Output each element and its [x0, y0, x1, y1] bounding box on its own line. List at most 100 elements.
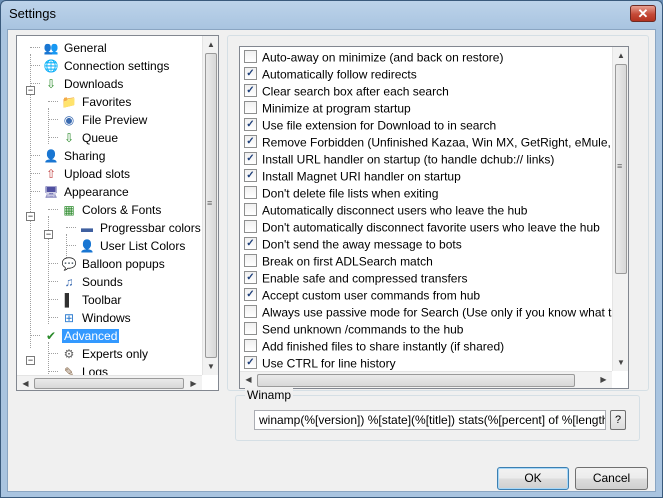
- tree-item-general[interactable]: 👥 General: [43, 38, 109, 56]
- scroll-left-icon[interactable]: ◀: [17, 376, 34, 390]
- tree-item-label: Connection settings: [64, 58, 170, 73]
- checkbox-unchecked[interactable]: [244, 203, 257, 217]
- options-vertical-scrollbar[interactable]: ▲ ≡ ▼: [612, 47, 628, 371]
- tree-connector: [48, 317, 58, 318]
- scroll-right-icon[interactable]: ▶: [185, 376, 202, 390]
- option-row[interactable]: ✓ Don't send the away message to bots: [244, 236, 614, 253]
- tree-item-label: Colors & Fonts: [82, 202, 162, 217]
- tree-items: − − − − − 👥General🌐Connection settings⇩D…: [17, 36, 202, 375]
- tree-item-balloon-popups[interactable]: 💬 Balloon popups: [61, 254, 167, 272]
- tree-hscroll-thumb[interactable]: [34, 378, 184, 389]
- options-checklist[interactable]: Auto-away on minimize (and back on resto…: [239, 46, 629, 389]
- options-horizontal-scrollbar[interactable]: ◀ ▶: [240, 371, 612, 388]
- tree-item-queue[interactable]: ⇩ Queue: [61, 128, 120, 146]
- checkbox-checked[interactable]: ✓: [244, 67, 257, 81]
- downloads-expander[interactable]: −: [26, 86, 35, 95]
- option-label: Break on first ADLSearch match: [262, 254, 433, 269]
- option-row[interactable]: Always use passive mode for Search (Use …: [244, 304, 614, 321]
- option-row[interactable]: Don't automatically disconnect favorite …: [244, 219, 614, 236]
- option-row[interactable]: ✓ Clear search box after each search: [244, 83, 614, 100]
- tree-item-logs[interactable]: ✎ Logs: [61, 362, 110, 375]
- tree-item-label: Queue: [82, 130, 119, 145]
- checkbox-unchecked[interactable]: [244, 101, 257, 115]
- tree-item-user-list-colors[interactable]: 👤 User List Colors: [79, 236, 187, 254]
- scroll-right-icon[interactable]: ▶: [595, 372, 612, 388]
- tree-item-sharing[interactable]: 👤 Sharing: [43, 146, 107, 164]
- scroll-up-icon[interactable]: ▲: [613, 47, 628, 64]
- option-row[interactable]: Break on first ADLSearch match: [244, 253, 614, 270]
- settings-tree[interactable]: − − − − − 👥General🌐Connection settings⇩D…: [16, 35, 219, 391]
- checkbox-checked[interactable]: ✓: [244, 169, 257, 183]
- appearance-expander[interactable]: −: [26, 212, 35, 221]
- tree-item-windows[interactable]: ⊞ Windows: [61, 308, 133, 326]
- option-row[interactable]: Minimize at program startup: [244, 100, 614, 117]
- tree-item-colors-fonts[interactable]: ▦ Colors & Fonts: [61, 200, 163, 218]
- option-row[interactable]: ✓ Install URL handler on startup (to hand…: [244, 151, 614, 168]
- option-row[interactable]: Don't delete file lists when exiting: [244, 185, 614, 202]
- checkbox-unchecked[interactable]: [244, 322, 257, 336]
- upload-icon: ⇧: [45, 166, 57, 181]
- option-row[interactable]: ✓ Install Magnet URI handler on startup: [244, 168, 614, 185]
- cancel-button[interactable]: Cancel: [575, 467, 648, 490]
- checkbox-checked[interactable]: ✓: [244, 135, 257, 149]
- title-bar[interactable]: Settings ✕: [1, 1, 662, 27]
- advanced-expander[interactable]: −: [26, 356, 35, 365]
- option-label: Auto-away on minimize (and back on resto…: [262, 50, 504, 65]
- option-row[interactable]: Send unknown /commands to the hub: [244, 321, 614, 338]
- tree-item-appearance[interactable]: 🖥 Appearance: [43, 182, 131, 200]
- checkbox-unchecked[interactable]: [244, 220, 257, 234]
- checkbox-checked[interactable]: ✓: [244, 84, 257, 98]
- tree-item-progressbar-colors[interactable]: ▬ Progressbar colors: [79, 218, 202, 236]
- scroll-down-icon[interactable]: ▼: [203, 358, 218, 375]
- tree-item-file-preview[interactable]: ◉ File Preview: [61, 110, 149, 128]
- option-row[interactable]: ✓ Use file extension for Download to in s…: [244, 117, 614, 134]
- checkbox-checked[interactable]: ✓: [244, 152, 257, 166]
- experts-icon: ⚙: [63, 346, 75, 361]
- option-label: Always use passive mode for Search (Use …: [262, 305, 614, 320]
- options-panel: Auto-away on minimize (and back on resto…: [227, 35, 649, 391]
- checkbox-checked[interactable]: ✓: [244, 118, 257, 132]
- checkbox-unchecked[interactable]: [244, 186, 257, 200]
- tree-item-downloads[interactable]: ⇩ Downloads: [43, 74, 125, 92]
- tree-connector: [30, 335, 40, 336]
- option-row[interactable]: Add finished files to share instantly (i…: [244, 338, 614, 355]
- option-row[interactable]: Automatically disconnect users who leave…: [244, 202, 614, 219]
- tree-item-sounds[interactable]: ♫ Sounds: [61, 272, 125, 290]
- tree-item-favorites[interactable]: 📁 Favorites: [61, 92, 133, 110]
- queue-icon: ⇩: [63, 130, 75, 145]
- scroll-up-icon[interactable]: ▲: [203, 36, 218, 53]
- scroll-down-icon[interactable]: ▼: [613, 354, 628, 371]
- option-row[interactable]: Auto-away on minimize (and back on resto…: [244, 49, 614, 66]
- winamp-help-button[interactable]: ?: [610, 410, 626, 430]
- tree-item-experts-only[interactable]: ⚙ Experts only: [61, 344, 150, 362]
- tree-vertical-scrollbar[interactable]: ▲ ≡ ▼: [202, 36, 218, 375]
- winamp-format-input[interactable]: winamp(%[version]) %[state](%[title]) st…: [254, 410, 606, 430]
- options-hscroll-thumb[interactable]: [257, 374, 575, 387]
- checkbox-checked[interactable]: ✓: [244, 356, 257, 370]
- ok-button[interactable]: OK: [497, 467, 569, 490]
- tree-item-connection-settings[interactable]: 🌐 Connection settings: [43, 56, 171, 74]
- tree-item-upload-slots[interactable]: ⇧ Upload slots: [43, 164, 132, 182]
- scroll-left-icon[interactable]: ◀: [240, 372, 257, 388]
- checkbox-checked[interactable]: ✓: [244, 288, 257, 302]
- checkbox-checked[interactable]: ✓: [244, 237, 257, 251]
- checkbox-unchecked[interactable]: [244, 50, 257, 64]
- option-row[interactable]: ✓ Enable safe and compressed transfers: [244, 270, 614, 287]
- option-row[interactable]: ✓ Accept custom user commands from hub: [244, 287, 614, 304]
- checkbox-unchecked[interactable]: [244, 305, 257, 319]
- checkbox-checked[interactable]: ✓: [244, 271, 257, 285]
- option-row[interactable]: ✓ Use CTRL for line history: [244, 355, 614, 372]
- tree-item-advanced[interactable]: ✔ Advanced: [43, 326, 120, 344]
- tree-item-toolbar[interactable]: ▌ Toolbar: [61, 290, 123, 308]
- tree-connector: [30, 155, 40, 156]
- tree-horizontal-scrollbar[interactable]: ◀ ▶: [17, 375, 202, 390]
- colors-fonts-expander[interactable]: −: [44, 230, 53, 239]
- tree-connector: [30, 65, 40, 66]
- checkbox-unchecked[interactable]: [244, 254, 257, 268]
- tree-item-label: File Preview: [82, 112, 148, 127]
- tree-connector: [48, 263, 58, 264]
- option-row[interactable]: ✓ Remove Forbidden (Unfinished Kazaa, Win…: [244, 134, 614, 151]
- option-row[interactable]: ✓ Automatically follow redirects: [244, 66, 614, 83]
- checkbox-unchecked[interactable]: [244, 339, 257, 353]
- close-button[interactable]: ✕: [630, 5, 656, 22]
